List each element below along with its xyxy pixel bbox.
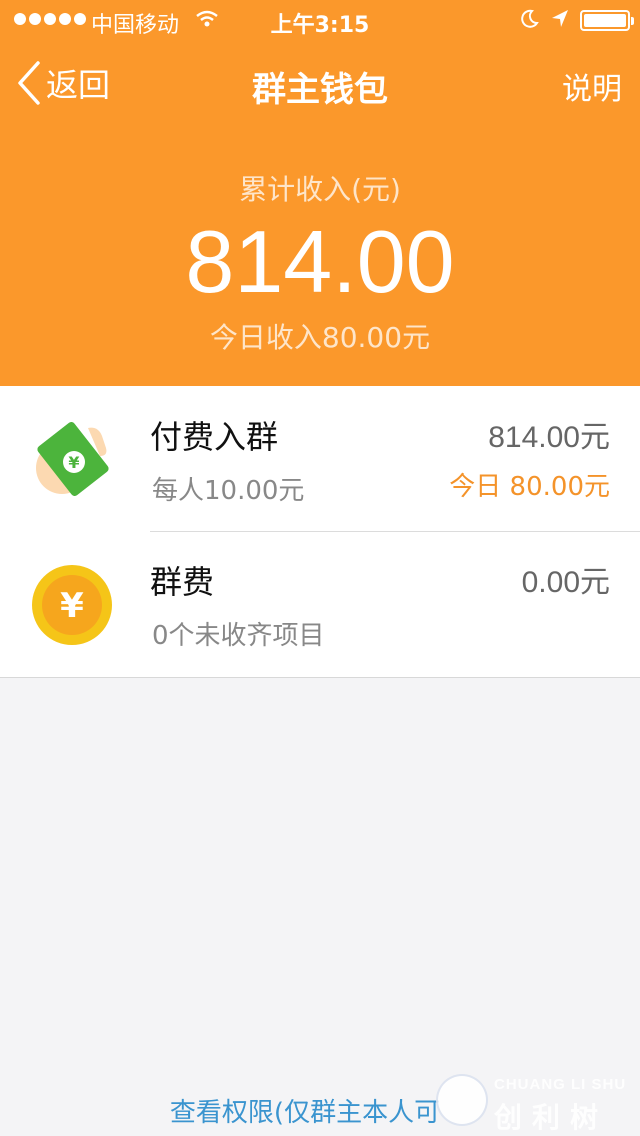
row-today-amount: 今日 80.00元	[449, 472, 610, 502]
do-not-disturb-moon-icon	[518, 8, 540, 36]
location-arrow-icon	[549, 8, 571, 36]
list-item-group-fee[interactable]: ¥ 群费 0个未收齐项目 0.00元	[0, 531, 640, 676]
row-subtitle: 0个未收齐项目	[152, 621, 325, 651]
explanation-button[interactable]: 说明	[562, 64, 622, 108]
money-hand-icon: ¥	[28, 416, 116, 504]
header-area: 中国移动 上午3:15 返回 群主钱包 说明 累计收入(元) 814.00 今日…	[0, 0, 640, 386]
navigation-bar: 返回 群主钱包 说明	[0, 40, 640, 128]
svg-text:¥: ¥	[60, 586, 84, 626]
yen-coin-icon: ¥	[28, 561, 116, 649]
status-time: 上午3:15	[270, 13, 370, 38]
battery-icon	[580, 10, 634, 31]
list-item-paid-join[interactable]: ¥ 付费入群 每人10.00元 814.00元 今日 80.00元	[0, 386, 640, 531]
wallet-page: 中国移动 上午3:15 返回 群主钱包 说明 累计收入(元) 814.00 今日…	[0, 0, 640, 1136]
page-title: 群主钱包	[252, 70, 388, 110]
row-title: 付费入群	[150, 418, 279, 456]
row-amount: 0.00元	[521, 566, 610, 599]
watermark-emblem-icon	[436, 1074, 488, 1126]
row-title: 群费	[150, 563, 215, 601]
watermark-logo: CHUANG LI SHU 创利树	[432, 1066, 640, 1136]
row-subtitle: 每人10.00元	[152, 476, 305, 506]
today-income: 今日收入80.00元	[209, 321, 431, 354]
watermark-english: CHUANG LI SHU	[494, 1076, 627, 1093]
svg-text:¥: ¥	[68, 453, 79, 472]
row-amount: 814.00元	[488, 421, 610, 454]
status-bar: 中国移动 上午3:15	[0, 0, 640, 40]
income-list: ¥ 付费入群 每人10.00元 814.00元 今日 80.00元 ¥ 群费 0…	[0, 386, 640, 678]
total-income-amount: 814.00	[185, 212, 455, 311]
watermark-chinese: 创利树	[494, 1101, 609, 1134]
total-income-label: 累计收入(元)	[239, 173, 401, 206]
